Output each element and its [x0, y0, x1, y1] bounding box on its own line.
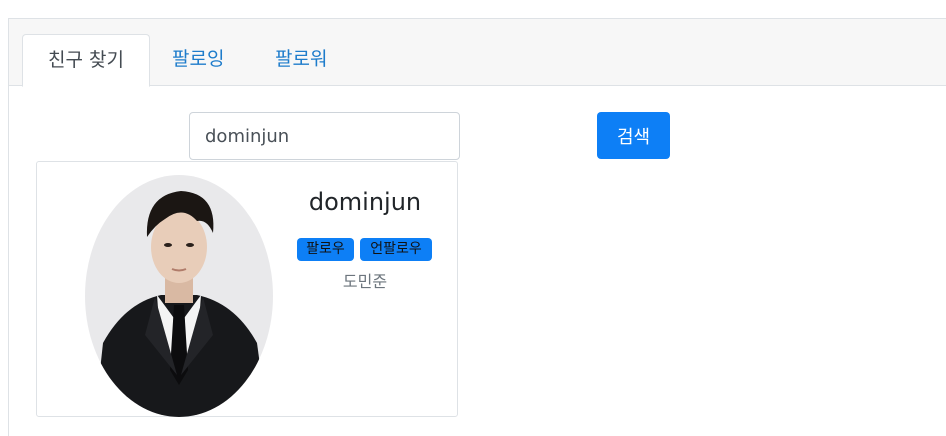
avatar — [85, 175, 273, 417]
user-result-card: dominjun 팔로우 언팔로우 도민준 — [36, 161, 458, 417]
tab-following[interactable]: 팔로잉 — [151, 34, 245, 87]
follow-button[interactable]: 팔로우 — [297, 238, 354, 261]
search-button[interactable]: 검색 — [597, 112, 670, 159]
tab-bar: 친구 찾기 팔로잉 팔로워 — [9, 19, 946, 87]
tab-followers[interactable]: 팔로워 — [254, 34, 348, 87]
username: dominjun — [308, 188, 422, 216]
unfollow-button[interactable]: 언팔로우 — [360, 238, 432, 261]
tab-find-friends[interactable]: 친구 찾기 — [22, 34, 150, 87]
search-input[interactable] — [189, 112, 460, 160]
friends-panel: 친구 찾기 팔로잉 팔로워 검색 — [8, 18, 946, 436]
real-name: 도민준 — [342, 272, 388, 291]
